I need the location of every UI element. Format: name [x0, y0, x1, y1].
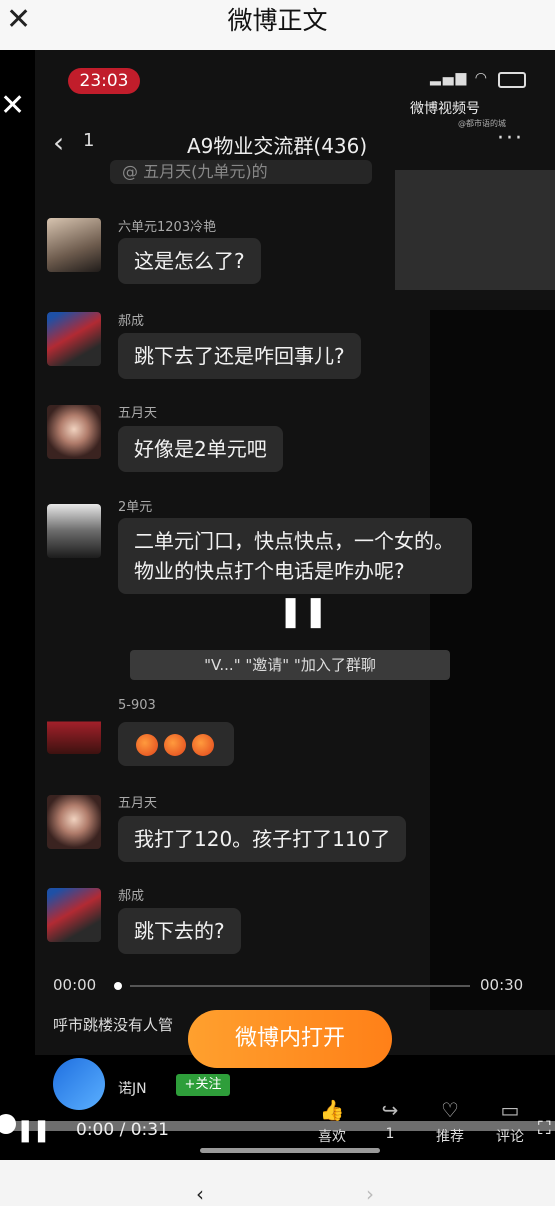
- comment-button[interactable]: ▭ 评论: [486, 1098, 534, 1146]
- top-bar: ✕ 微博正文: [0, 0, 555, 51]
- video-caption: 呼市跳楼没有人管: [53, 1016, 174, 1034]
- fullscreen-icon[interactable]: ⛶: [538, 1118, 551, 1139]
- avatar: [47, 405, 101, 459]
- status-time: 23:03: [68, 68, 140, 94]
- more-icon: ···: [497, 126, 524, 151]
- thumbs-up-icon: 👍: [319, 1098, 345, 1122]
- sender-name: 五月天: [118, 796, 158, 811]
- forward-count: 1: [385, 1126, 395, 1142]
- video-player[interactable]: 23:03 ▂▄▆ ◠ 微博视频号 @都市语的城 ✕ ‹ 1 A9物业交流群(4…: [0, 50, 555, 1160]
- follow-button[interactable]: +关注: [176, 1074, 230, 1096]
- battery-icon: [498, 72, 526, 88]
- avatar: [47, 795, 101, 849]
- sender-name: 2单元: [118, 500, 153, 515]
- avatar: [47, 700, 101, 754]
- mention-strip: @ 五月天(九单元)的: [110, 160, 372, 184]
- poster-avatar[interactable]: [53, 1058, 105, 1110]
- message-bubble: 这是怎么了?: [118, 238, 261, 284]
- inline-progress-knob[interactable]: [114, 982, 122, 990]
- message-bubble: 好像是2单元吧: [118, 426, 283, 472]
- heart-icon: ♡: [441, 1098, 459, 1122]
- sender-name: 六单元1203冷艳: [118, 220, 217, 235]
- pause-icon[interactable]: ❚❚: [16, 1118, 51, 1143]
- sender-name: 郝成: [118, 889, 145, 904]
- comment-label: 评论: [496, 1129, 524, 1145]
- message-bubble: 二单元门口，快点快点，一个女的。物业的快点打个电话是咋办呢?: [118, 518, 472, 594]
- emoji-message: [118, 722, 234, 766]
- share-icon: ↪: [381, 1098, 399, 1122]
- comment-icon: ▭: [500, 1098, 520, 1122]
- nav-back-icon[interactable]: ‹: [196, 1182, 204, 1206]
- like-label: 喜欢: [318, 1129, 346, 1145]
- current-time: 00:00: [53, 976, 97, 994]
- sender-name: 郝成: [118, 314, 145, 329]
- signal-wifi-icon: ▂▄▆ ◠: [430, 70, 489, 86]
- system-message: "V..." "邀请" "加入了群聊: [130, 650, 450, 680]
- forward-button[interactable]: ↪ 1: [366, 1098, 414, 1142]
- home-indicator: [200, 1148, 380, 1153]
- group-title: A9物业交流群(436): [187, 134, 368, 158]
- recommend-button[interactable]: ♡ 推荐: [426, 1098, 474, 1146]
- poster-name[interactable]: 诺JN: [118, 1078, 147, 1098]
- angry-emoji-icon: [164, 734, 186, 756]
- progress-knob[interactable]: [0, 1114, 16, 1134]
- nav-forward-icon[interactable]: ›: [366, 1182, 374, 1206]
- watermark: 微博视频号: [410, 101, 480, 117]
- sender-name: 五月天: [118, 406, 158, 421]
- avatar: [47, 312, 101, 366]
- message-bubble: 我打了120。孩子打了110了: [118, 816, 407, 862]
- message-bubble: 跳下去的?: [118, 908, 241, 954]
- page-title: 微博正文: [227, 6, 328, 35]
- pause-overlay-icon[interactable]: ❚❚: [278, 594, 328, 629]
- total-time: 00:30: [480, 976, 524, 994]
- inline-progress-track[interactable]: [130, 985, 470, 987]
- back-arrow-icon: ‹: [53, 126, 65, 159]
- like-button[interactable]: 👍 喜欢: [308, 1098, 356, 1146]
- video-close-icon[interactable]: ✕: [0, 88, 25, 123]
- back-count: 1: [83, 130, 95, 151]
- avatar: [47, 218, 101, 272]
- sender-name: 5-903: [118, 698, 156, 713]
- background-poster: [395, 170, 555, 290]
- avatar: [47, 888, 101, 942]
- avatar: [47, 504, 101, 558]
- angry-emoji-icon: [136, 734, 158, 756]
- message-bubble: 跳下去了还是咋回事儿?: [118, 333, 361, 379]
- player-time: 0:00 / 0:31: [76, 1120, 169, 1140]
- bottom-nav: ‹ ›: [0, 1148, 555, 1206]
- angry-emoji-icon: [192, 734, 214, 756]
- open-in-weibo-button[interactable]: 微博内打开: [188, 1010, 392, 1068]
- recommend-label: 推荐: [436, 1129, 464, 1145]
